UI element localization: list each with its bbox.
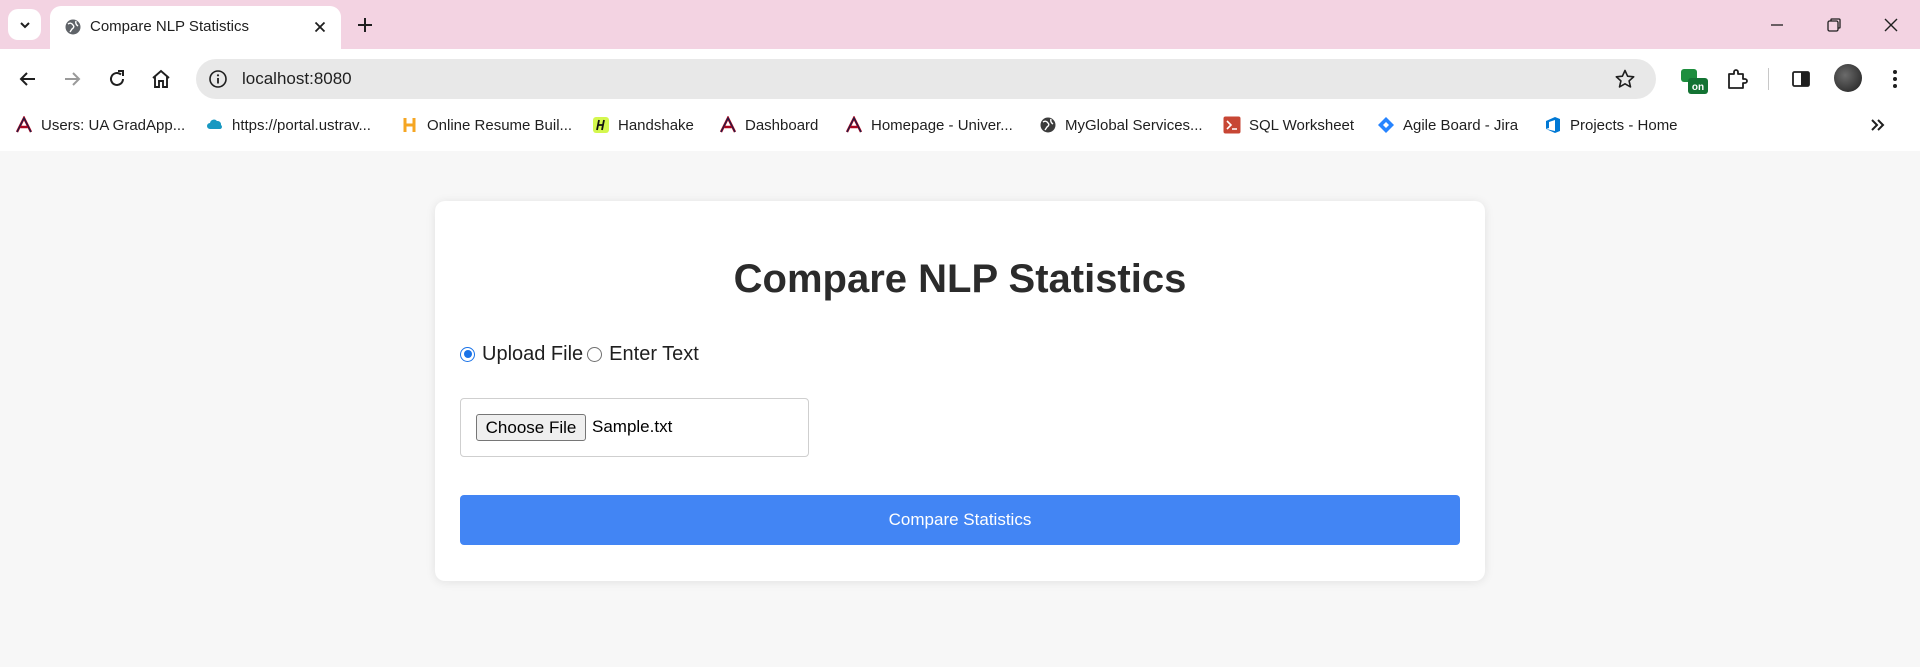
compare-statistics-button[interactable]: Compare Statistics <box>460 495 1460 545</box>
forward-arrow-icon[interactable] <box>61 68 83 90</box>
address-bar[interactable]: localhost:8080 <box>196 59 1656 99</box>
choose-file-button[interactable]: Choose File <box>476 414 586 441</box>
university-a-icon <box>719 116 737 133</box>
profile-avatar[interactable] <box>1834 64 1862 92</box>
h-logo-icon <box>403 118 416 132</box>
input-mode-radio-group: Upload File Enter Text <box>460 341 703 367</box>
restore-icon[interactable] <box>1825 16 1843 34</box>
bookmark-label: Dashboard <box>745 116 819 134</box>
bookmark-label: Agile Board - Jira <box>1403 116 1519 134</box>
bookmark-item[interactable]: SQL Worksheet <box>1223 112 1354 138</box>
tab-title: Compare NLP Statistics <box>90 18 249 35</box>
bookmark-item[interactable]: Homepage - Univer... <box>845 112 1013 138</box>
new-tab-plus-icon[interactable] <box>355 15 375 35</box>
devops-icon <box>1546 117 1560 133</box>
upload-file-radio-label[interactable]: Upload File <box>482 343 583 366</box>
back-arrow-icon[interactable] <box>17 68 39 90</box>
bookmark-label: SQL Worksheet <box>1249 116 1355 134</box>
home-icon[interactable] <box>150 68 172 90</box>
bookmark-item[interactable]: Handshake <box>592 112 694 138</box>
enter-text-radio-label[interactable]: Enter Text <box>609 343 699 366</box>
bookmark-item[interactable]: Users: UA GradApp... <box>15 112 185 138</box>
university-a-icon <box>15 116 33 133</box>
bookmark-item[interactable]: https://portal.ustrav... <box>206 112 371 138</box>
page-title: Compare NLP Statistics <box>733 257 1187 301</box>
file-upload-field[interactable]: Choose File Sample.txt <box>460 398 809 457</box>
extension-on-icon[interactable]: on <box>1679 66 1709 96</box>
globe-icon <box>65 19 81 35</box>
tab-strip: Compare NLP Statistics <box>0 0 1920 49</box>
globe-icon <box>1040 117 1056 133</box>
site-info-icon[interactable] <box>208 69 228 89</box>
page-viewport: Compare NLP Statistics Upload File Enter… <box>0 151 1920 667</box>
enter-text-radio[interactable] <box>587 346 603 362</box>
upload-file-radio[interactable] <box>460 346 475 362</box>
handshake-icon <box>593 117 609 133</box>
bookmark-item[interactable]: Online Resume Buil... <box>401 112 572 138</box>
extension-badge-text: on <box>1692 82 1704 93</box>
bookmark-item[interactable]: Dashboard <box>719 112 818 138</box>
terminal-icon <box>1223 116 1241 134</box>
bookmark-label: Handshake <box>618 116 694 134</box>
more-menu-icon[interactable] <box>1884 67 1906 91</box>
selected-file-name: Sample.txt <box>592 417 673 436</box>
side-panel-icon[interactable] <box>1790 68 1812 90</box>
reload-icon[interactable] <box>106 68 128 90</box>
chevron-double-right-icon[interactable] <box>1868 115 1888 135</box>
browser-toolbar: localhost:8080 on Users: UA GradApp... h… <box>0 49 1920 157</box>
compare-form-card: Compare NLP Statistics Upload File Enter… <box>435 201 1485 581</box>
bookmark-label: Homepage - Univer... <box>871 116 1013 134</box>
jira-icon <box>1378 117 1394 133</box>
bookmark-label: MyGlobal Services... <box>1065 116 1203 134</box>
toolbar-divider <box>1768 68 1769 90</box>
bookmark-label: https://portal.ustrav... <box>232 116 371 134</box>
bookmark-star-icon[interactable] <box>1614 68 1636 90</box>
bookmark-item[interactable]: Agile Board - Jira <box>1377 112 1518 138</box>
window-close-icon[interactable] <box>1881 15 1901 35</box>
bookmark-label: Projects - Home <box>1570 116 1678 134</box>
bookmarks-bar: Users: UA GradApp... https://portal.ustr… <box>0 112 1920 138</box>
chevron-down-icon <box>19 21 30 28</box>
extensions-puzzle-icon[interactable] <box>1725 67 1749 91</box>
tab-search-button[interactable] <box>8 9 41 40</box>
url-text[interactable]: localhost:8080 <box>242 69 352 89</box>
university-a-icon <box>845 116 863 133</box>
browser-tab-active[interactable]: Compare NLP Statistics <box>50 6 341 49</box>
close-icon[interactable] <box>312 19 328 35</box>
minimize-icon[interactable] <box>1768 16 1786 34</box>
bookmark-item[interactable]: MyGlobal Services... <box>1039 112 1203 138</box>
bookmark-label: Users: UA GradApp... <box>41 116 186 134</box>
cloud-icon <box>207 119 222 129</box>
bookmark-label: Online Resume Buil... <box>427 116 573 134</box>
bookmark-item[interactable]: Projects - Home <box>1544 112 1678 138</box>
